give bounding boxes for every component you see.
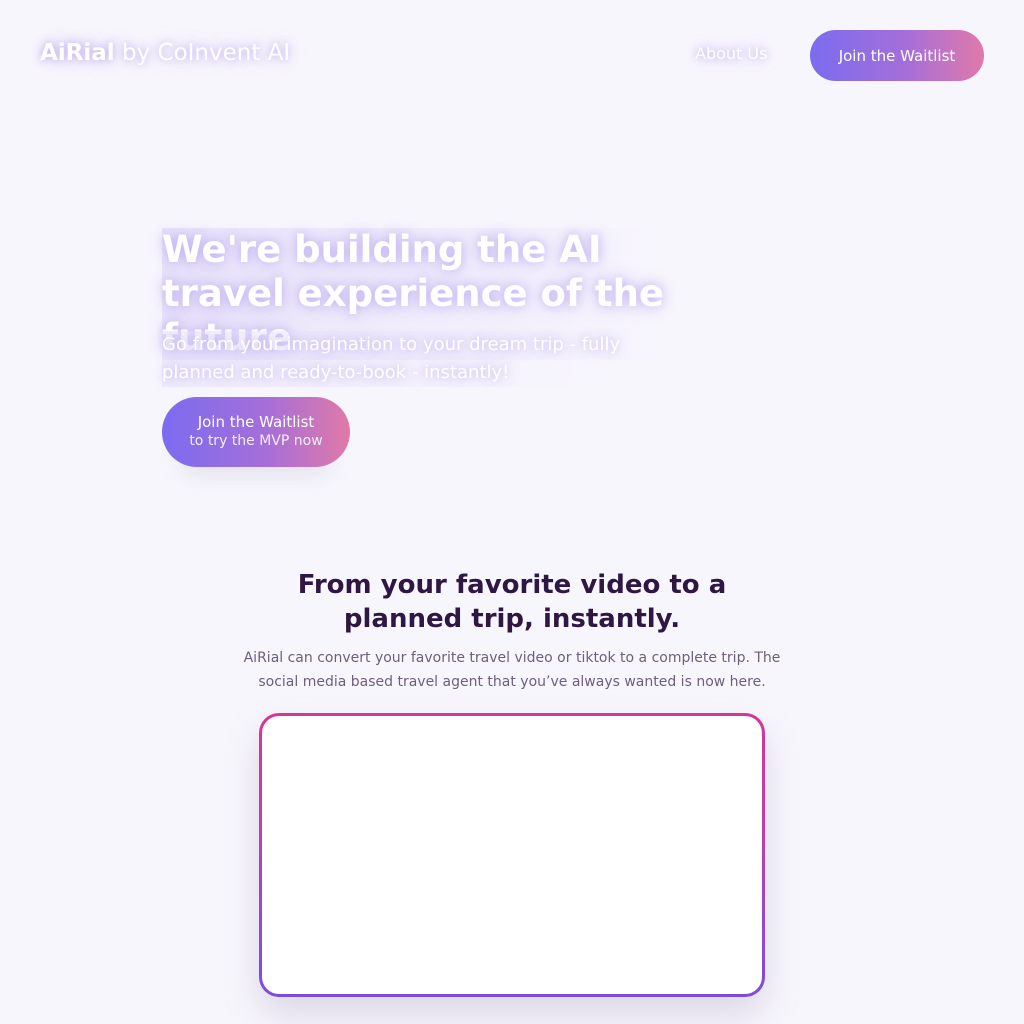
section-title: From your favorite video to a planned tr… — [297, 570, 727, 634]
hero-subtitle: Go from your imagination to your dream t… — [162, 331, 632, 387]
nav-join-waitlist-button[interactable]: Join the Waitlist — [810, 30, 984, 81]
hero-join-waitlist-button[interactable]: Join the Waitlist to try the MVP now — [162, 397, 350, 467]
video-frame — [259, 713, 765, 997]
brand-name: AiRial — [40, 40, 115, 66]
nav-about-us-link[interactable]: About Us — [695, 44, 767, 63]
hero-cta-label: Join the Waitlist — [197, 413, 315, 431]
video-player[interactable] — [262, 716, 762, 994]
page: AiRial by CoInvent AI About Us Join the … — [0, 0, 1024, 1024]
brand-logo[interactable]: AiRial by CoInvent AI — [40, 40, 290, 66]
section-description: AiRial can convert your favorite travel … — [243, 650, 781, 690]
brand-subtitle: by CoInvent AI — [114, 40, 291, 66]
hero-cta-sublabel: to try the MVP now — [189, 433, 323, 449]
